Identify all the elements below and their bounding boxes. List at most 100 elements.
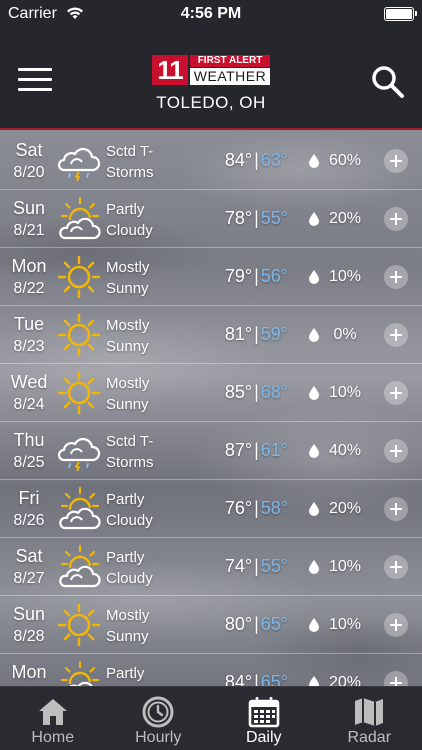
temp-separator: | xyxy=(254,614,259,634)
forecast-date: 8/23 xyxy=(13,338,45,355)
forecast-condition: Partly Cloudy xyxy=(106,547,153,589)
forecast-day: Sun xyxy=(12,198,46,218)
calendar-icon xyxy=(247,695,281,729)
forecast-date: 8/24 xyxy=(13,396,45,413)
expand-button[interactable] xyxy=(384,149,408,173)
temperature-range: 84° | 65° xyxy=(200,672,288,686)
forecast-date: 8/25 xyxy=(13,454,45,471)
logo-first-alert: FIRST ALERT xyxy=(190,55,270,67)
low-temp: 63° xyxy=(260,150,288,170)
sun-icon xyxy=(56,312,102,358)
sun-icon xyxy=(56,370,102,416)
forecast-row[interactable]: Sun 8/21 Partly Cloudy 78° | 55° 20% xyxy=(0,190,422,248)
expand-button[interactable] xyxy=(384,323,408,347)
condition-line-2: Cloudy xyxy=(106,512,153,529)
raindrop-icon xyxy=(309,444,319,463)
condition-line-2: Cloudy xyxy=(106,570,153,587)
expand-button[interactable] xyxy=(384,207,408,231)
high-temp: 84° xyxy=(224,672,253,686)
forecast-row[interactable]: Sun 8/28 Mostly Sunny 80° | 65° 10% xyxy=(0,596,422,654)
storm-cloud-icon xyxy=(56,138,102,184)
city-name: TOLEDO, OH xyxy=(156,93,266,112)
search-icon[interactable] xyxy=(370,64,406,100)
station-logo: 11 FIRST ALERT WEATHER xyxy=(152,55,270,85)
expand-button[interactable] xyxy=(384,555,408,579)
tab-label: Hourly xyxy=(135,729,182,746)
tab-hourly[interactable]: Hourly xyxy=(106,687,212,750)
tab-label: Radar xyxy=(347,729,392,746)
daily-forecast-list: Sat 8/20 Sctd T- Storms 84° | 63° 60% Sun 8/21 Par… xyxy=(0,132,422,686)
storm-cloud-icon xyxy=(56,428,102,474)
low-temp: 59° xyxy=(260,324,288,344)
tab-label: Home xyxy=(31,729,75,746)
forecast-day: Mon xyxy=(11,662,47,682)
forecast-day: Fri xyxy=(18,488,40,508)
temperature-range: 79° | 56° xyxy=(200,266,288,287)
clock-icon xyxy=(141,695,175,729)
condition-line-1: Partly xyxy=(106,491,145,508)
low-temp: 65° xyxy=(260,672,288,686)
temp-separator: | xyxy=(254,324,259,344)
expand-button[interactable] xyxy=(384,671,408,686)
high-temp: 78° xyxy=(224,208,253,228)
temp-separator: | xyxy=(254,556,259,576)
condition-line-1: Partly xyxy=(106,201,145,218)
precip-chance: 0% xyxy=(333,326,357,343)
tab-bar: Home Hourly Daily Radar xyxy=(0,686,422,750)
status-bar: Carrier 4:56 PM xyxy=(0,0,422,28)
forecast-row[interactable]: Wed 8/24 Mostly Sunny 85° | 68° 10% xyxy=(0,364,422,422)
forecast-date: 8/26 xyxy=(13,512,45,529)
temperature-range: 74° | 55° xyxy=(200,556,288,577)
raindrop-icon xyxy=(309,676,319,686)
raindrop-icon xyxy=(309,154,319,173)
high-temp: 80° xyxy=(224,614,253,634)
condition-line-2: Sunny xyxy=(106,628,149,645)
forecast-row[interactable]: Fri 8/26 Partly Cloudy 76° | 58° 20% xyxy=(0,480,422,538)
forecast-condition: Mostly Sunny xyxy=(106,315,149,357)
tab-daily[interactable]: Daily xyxy=(211,687,317,750)
precip-chance: 40% xyxy=(328,442,362,459)
raindrop-icon xyxy=(309,328,319,347)
high-temp: 79° xyxy=(224,266,253,286)
precip-chance: 10% xyxy=(328,384,362,401)
low-temp: 55° xyxy=(260,208,288,228)
tab-home[interactable]: Home xyxy=(0,687,106,750)
forecast-condition: Partly Cloudy xyxy=(106,199,153,241)
temperature-range: 78° | 55° xyxy=(200,208,288,229)
low-temp: 55° xyxy=(260,556,288,576)
expand-button[interactable] xyxy=(384,497,408,521)
expand-button[interactable] xyxy=(384,613,408,637)
temperature-range: 81° | 59° xyxy=(200,324,288,345)
low-temp: 58° xyxy=(260,498,288,518)
forecast-condition: Mostly Sunny xyxy=(106,373,149,415)
app-header: Carrier 4:56 PM 11 FIRST ALERT WEATHER T… xyxy=(0,0,422,130)
logo-number: 11 xyxy=(152,55,188,85)
condition-line-2: Storms xyxy=(106,454,154,471)
forecast-condition: Partly Cloudy xyxy=(106,489,153,531)
raindrop-icon xyxy=(309,386,319,405)
temperature-range: 80° | 65° xyxy=(200,614,288,635)
raindrop-icon xyxy=(309,270,319,289)
forecast-row[interactable]: Mon Partly 84° | 65° 20% xyxy=(0,654,422,686)
forecast-date: 8/20 xyxy=(13,164,45,181)
map-icon xyxy=(352,695,386,729)
precip-chance: 10% xyxy=(328,558,362,575)
expand-button[interactable] xyxy=(384,265,408,289)
condition-line-1: Mostly xyxy=(106,607,150,624)
forecast-row[interactable]: Sat 8/20 Sctd T- Storms 84° | 63° 60% xyxy=(0,132,422,190)
expand-button[interactable] xyxy=(384,381,408,405)
forecast-row[interactable]: Thu 8/25 Sctd T- Storms 87° | 61° 40% xyxy=(0,422,422,480)
tab-radar[interactable]: Radar xyxy=(317,687,422,750)
forecast-row[interactable]: Mon 8/22 Mostly Sunny 79° | 56° 10% xyxy=(0,248,422,306)
high-temp: 81° xyxy=(224,324,253,344)
menu-button[interactable] xyxy=(18,68,52,92)
condition-line-2: Sunny xyxy=(106,280,149,297)
temp-separator: | xyxy=(254,150,259,170)
condition-line-1: Mostly xyxy=(106,375,150,392)
condition-line-1: Sctd T- xyxy=(106,433,154,450)
forecast-row[interactable]: Tue 8/23 Mostly Sunny 81° | 59° 0% xyxy=(0,306,422,364)
expand-button[interactable] xyxy=(384,439,408,463)
forecast-condition: Sctd T- Storms xyxy=(106,431,154,473)
forecast-day: Sat xyxy=(15,140,43,160)
forecast-row[interactable]: Sat 8/27 Partly Cloudy 74° | 55° 10% xyxy=(0,538,422,596)
